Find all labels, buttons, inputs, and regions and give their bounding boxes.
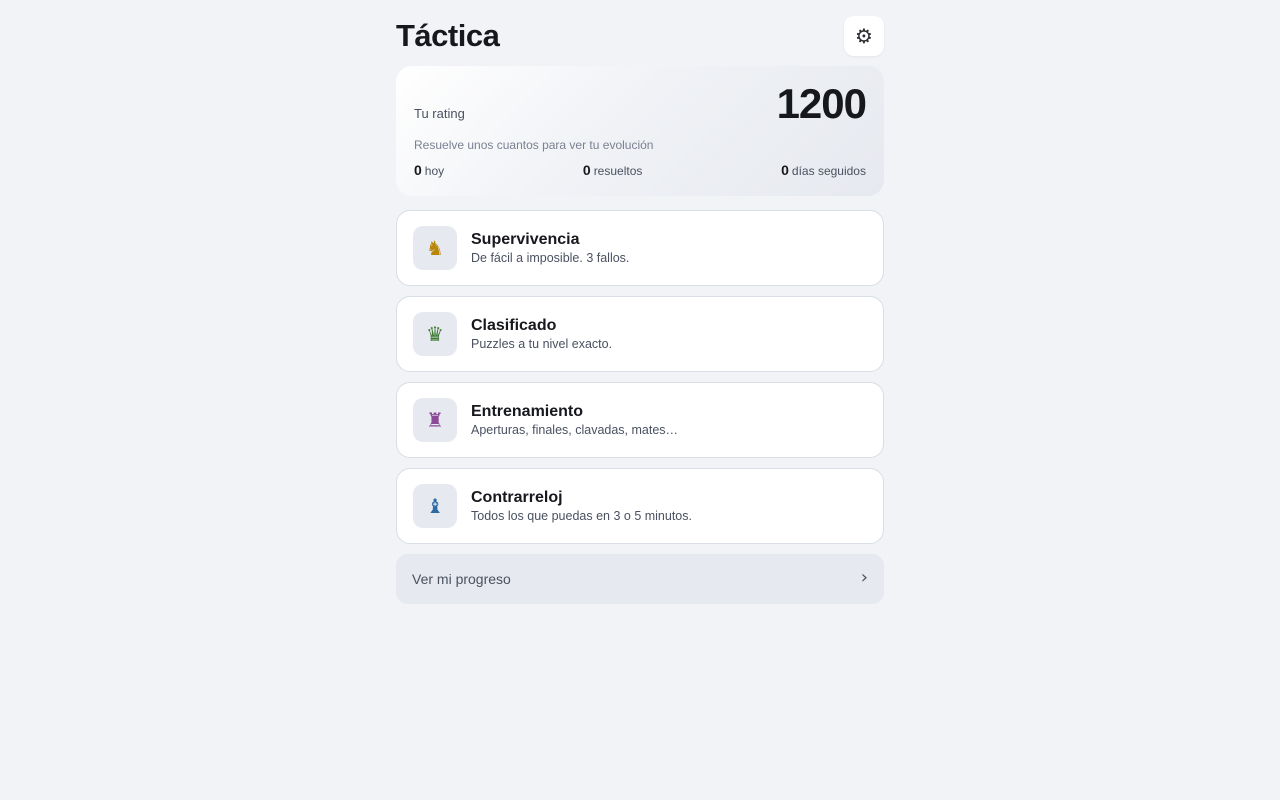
rating-value: 1200 (776, 80, 867, 127)
knight-icon: ♞ (413, 226, 457, 270)
mode-card-contrarreloj[interactable]: ♝ Contrarreloj Todos los que puedas en 3… (396, 468, 884, 544)
mode-card-clasificado[interactable]: ♛ Clasificado Puzzles a tu nivel exacto. (396, 296, 884, 372)
page-title: Táctica (396, 18, 500, 53)
mode-title: Supervivencia (471, 231, 580, 248)
stat-solved-label: resueltos (593, 164, 643, 178)
mode-description: De fácil a imposible. 3 fallos. (471, 251, 630, 265)
bishop-icon: ♝ (413, 484, 457, 528)
stats-row: 0 hoy 0 resueltos 0 días seguidos (414, 162, 866, 178)
mode-description: Todos los que puedas en 3 o 5 minutos. (471, 509, 692, 523)
mode-description: Aperturas, finales, clavadas, mates… (471, 423, 679, 437)
header: Táctica ⚙ (396, 0, 884, 66)
stat-streak-label: días seguidos (791, 164, 866, 178)
app-container: Táctica ⚙ Tu rating 1200 Resuelve unos c… (396, 0, 884, 604)
mode-title: Clasificado (471, 317, 557, 334)
settings-button[interactable]: ⚙ (844, 16, 884, 56)
mode-description: Puzzles a tu nivel exacto. (471, 337, 613, 351)
modes-list: ♞ Supervivencia De fácil a imposible. 3 … (396, 210, 884, 544)
rating-label: Tu rating (414, 106, 465, 121)
mode-card-entrenamiento[interactable]: ♜ Entrenamiento Aperturas, finales, clav… (396, 382, 884, 458)
queen-icon: ♛ (413, 312, 457, 356)
rook-icon: ♜ (413, 398, 457, 442)
stat-streak-value: 0 (781, 162, 789, 178)
mode-title: Entrenamiento (471, 403, 584, 420)
gear-icon: ⚙ (855, 24, 873, 48)
stat-today-value: 0 (414, 162, 422, 178)
mode-card-supervivencia[interactable]: ♞ Supervivencia De fácil a imposible. 3 … (396, 210, 884, 286)
view-progress-button[interactable]: Ver mi progreso › (396, 554, 884, 604)
stat-solved-value: 0 (582, 162, 591, 178)
rating-card: Tu rating 1200 Resuelve unos cuantos par… (396, 66, 884, 196)
mode-title: Contrarreloj (471, 489, 563, 506)
stat-streak: 0 días seguidos (781, 162, 866, 178)
chevron-right-icon: › (860, 567, 868, 588)
stat-today-label: hoy (424, 164, 445, 178)
stat-today: 0 hoy (414, 162, 444, 178)
view-progress-label: Ver mi progreso (412, 571, 511, 587)
rating-hint: Resuelve unos cuantos para ver tu evoluc… (414, 138, 654, 152)
stat-solved: 0 resueltos (583, 162, 643, 178)
